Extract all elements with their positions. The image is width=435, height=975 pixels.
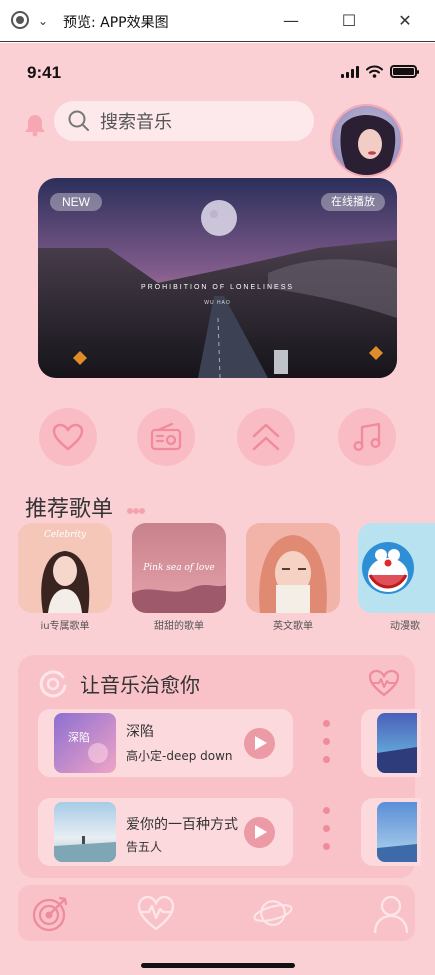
recommend-section-title: 推荐歌单 (25, 497, 114, 522)
charts-button[interactable] (237, 408, 295, 466)
loading-circle-icon (39, 670, 67, 698)
banner-artist: WU HAO (204, 300, 231, 306)
target-icon[interactable] (31, 893, 71, 933)
playlist-card[interactable]: 动漫歌 (358, 523, 435, 632)
home-indicator[interactable] (141, 963, 295, 968)
decoration-icon (127, 508, 145, 514)
search-input[interactable]: 搜索音乐 (100, 108, 172, 134)
playlist-name: 动漫歌 (390, 621, 420, 632)
featured-banner[interactable]: NEW 在线播放 PROHIBITION OF LONELINESS WU HA… (38, 178, 397, 378)
record-icon[interactable] (11, 11, 29, 29)
status-icons (341, 65, 419, 78)
bottom-tab-bar (18, 885, 415, 941)
song-artist: 告五人 (126, 840, 163, 854)
signal-icon (341, 65, 359, 78)
wifi-icon (366, 65, 383, 78)
battery-icon (390, 65, 419, 78)
heartbeat-tab-icon[interactable] (136, 893, 176, 933)
window-title: 预览: APP效果图 (63, 15, 169, 31)
radio-button[interactable] (137, 408, 195, 466)
planet-icon[interactable] (253, 893, 293, 933)
status-time: 9:41 (27, 63, 62, 82)
playlist-cover: Celebrity (18, 523, 112, 613)
healing-card: 让音乐治愈你 深陷 深陷 高小定-deep down 爱你的一百种方式 告五人 (18, 655, 421, 878)
song-item[interactable] (361, 798, 421, 866)
song-title: 深陷 (126, 724, 154, 740)
playlist-cover-text: Celebrity (44, 530, 87, 540)
radio-icon (150, 423, 182, 451)
playlist-cover (358, 523, 435, 613)
playlist-name: iu专属歌单 (40, 621, 90, 632)
close-button[interactable]: ✕ (392, 8, 418, 34)
heart-icon (52, 423, 84, 451)
new-badge: NEW (50, 193, 102, 211)
playlist-card[interactable]: Celebrity iu专属歌单 (18, 523, 112, 632)
favorites-button[interactable] (39, 408, 97, 466)
minimize-button[interactable]: — (278, 8, 304, 34)
chevron-up-icon (252, 423, 280, 451)
song-item[interactable] (361, 709, 421, 777)
banner-title: PROHIBITION OF LONELINESS (140, 284, 295, 291)
search-icon (68, 110, 89, 131)
more-menu-button[interactable] (323, 807, 331, 861)
bell-icon[interactable] (24, 113, 46, 137)
more-menu-button[interactable] (323, 720, 331, 774)
music-note-icon (353, 422, 381, 451)
heartbeat-icon[interactable] (368, 669, 400, 697)
chevron-down-icon[interactable]: ⌄ (38, 14, 48, 28)
music-library-button[interactable] (338, 408, 396, 466)
user-icon[interactable] (371, 893, 411, 933)
song-cover (377, 802, 417, 862)
song-artist: 高小定-deep down (126, 749, 233, 763)
avatar[interactable] (330, 104, 403, 177)
playlist-card[interactable]: Pink sea of love 甜甜的歌单 (132, 523, 226, 632)
song-item[interactable]: 深陷 深陷 高小定-deep down (38, 709, 293, 777)
playlist-cover (246, 523, 340, 613)
song-cover-text: 深陷 (68, 730, 90, 744)
search-bar[interactable]: 搜索音乐 (54, 101, 314, 141)
playlist-cover-text: Pink sea of love (142, 563, 215, 573)
playlist-card[interactable]: 英文歌单 (246, 523, 340, 632)
song-item[interactable]: 爱你的一百种方式 告五人 (38, 798, 293, 866)
playlist-name: 甜甜的歌单 (154, 621, 204, 632)
play-button[interactable] (244, 817, 275, 848)
song-title: 爱你的一百种方式 (126, 817, 238, 833)
phone-screen: 9:41 搜索音乐 NEW 在线播放 PROHIBITION OF LONELI… (0, 43, 435, 975)
song-cover (54, 802, 116, 862)
healing-title: 让音乐治愈你 (80, 673, 200, 697)
playlist-cover: Pink sea of love (132, 523, 226, 613)
playlist-name: 英文歌单 (273, 621, 313, 632)
song-cover: 深陷 (54, 713, 116, 773)
maximize-button[interactable]: ☐ (336, 8, 362, 34)
play-online-button[interactable]: 在线播放 (321, 193, 385, 211)
song-cover (377, 713, 417, 773)
window-titlebar: ⌄ 预览: APP效果图 — ☐ ✕ (0, 0, 435, 42)
play-button[interactable] (244, 728, 275, 759)
